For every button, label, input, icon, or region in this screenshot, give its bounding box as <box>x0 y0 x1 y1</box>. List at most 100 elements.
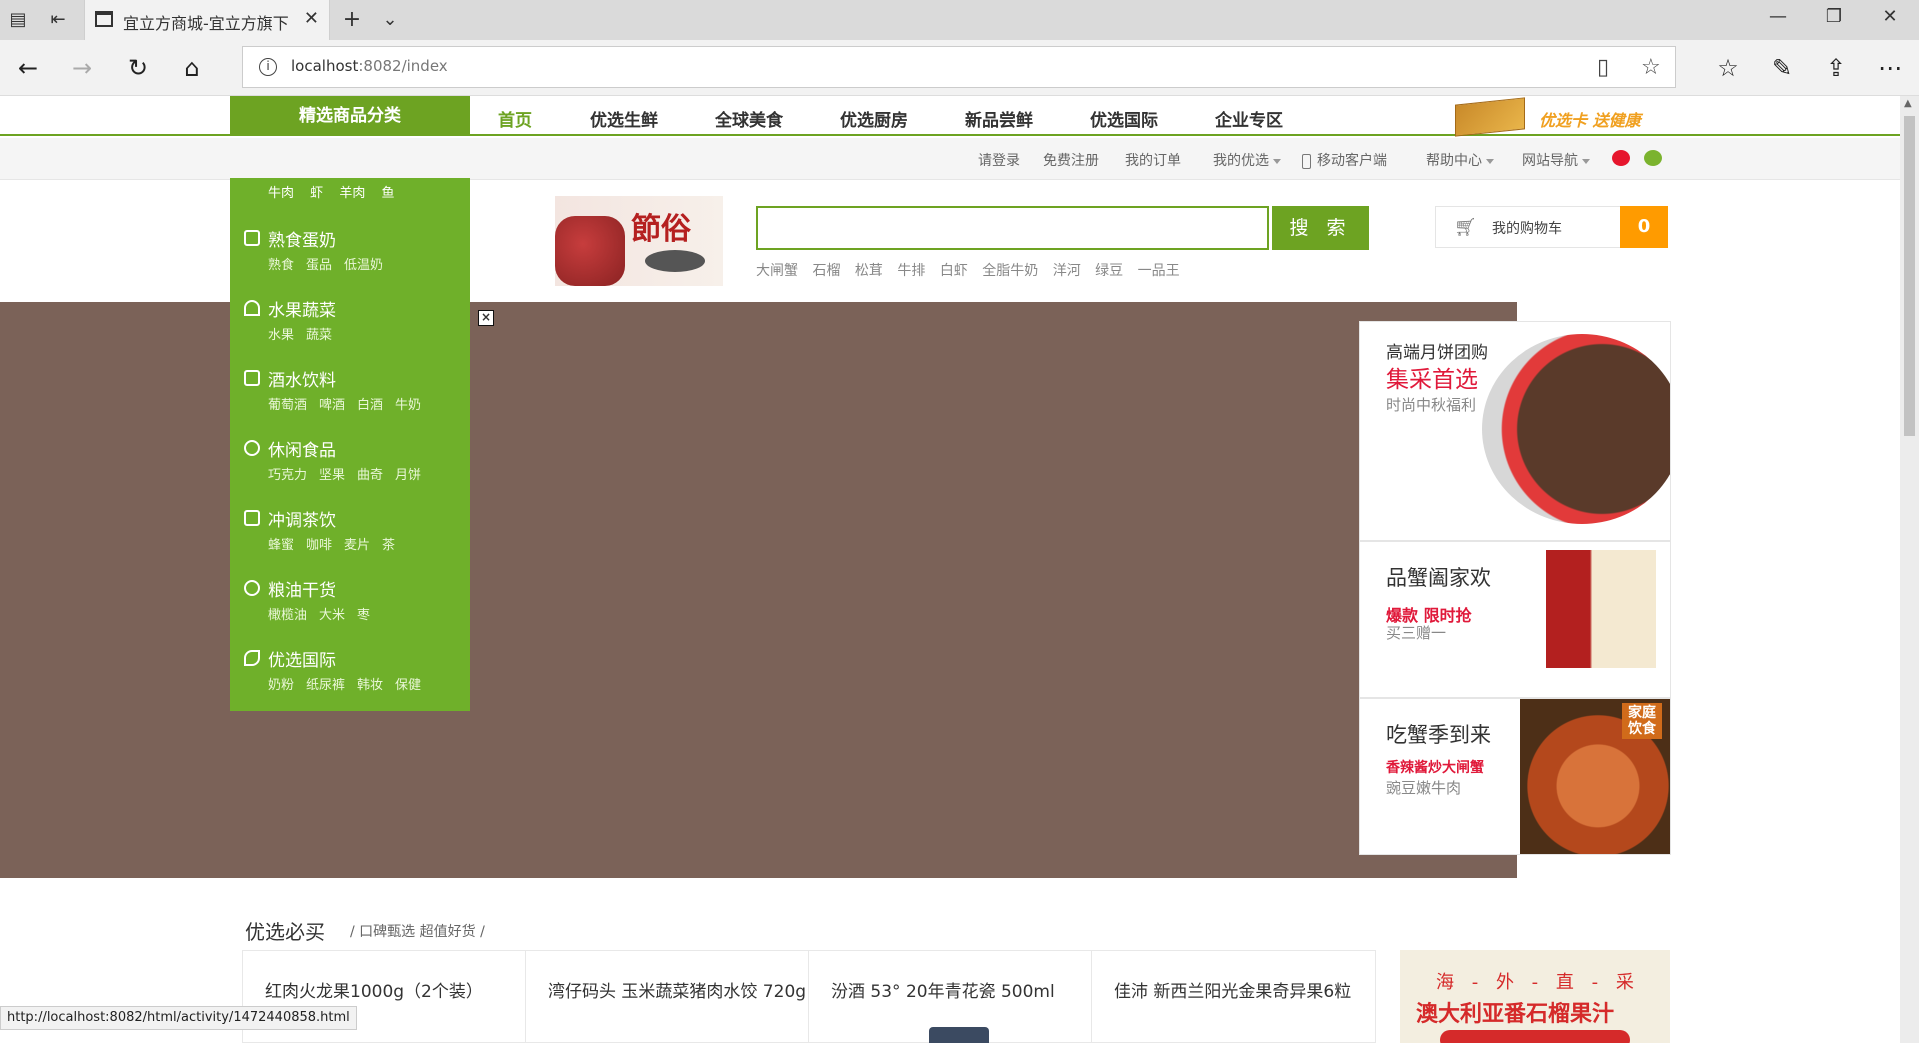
pen-icon[interactable]: ✎ <box>1766 52 1798 84</box>
category-name[interactable]: 酒水饮料 <box>268 366 336 391</box>
sub-category-link[interactable]: 茶 <box>382 538 395 553</box>
sub-category-link[interactable]: 曲奇 <box>357 468 383 483</box>
hot-word[interactable]: 洋河 <box>1053 263 1081 279</box>
sub-category-link[interactable]: 啤酒 <box>319 398 345 413</box>
register-link[interactable]: 免费注册 <box>1043 150 1099 170</box>
hero-banner[interactable] <box>0 302 1517 878</box>
sub-category-link[interactable]: 枣 <box>357 608 370 623</box>
hot-word[interactable]: 大闸蟹 <box>756 263 798 279</box>
search-input[interactable] <box>756 206 1269 250</box>
hot-word[interactable]: 牛排 <box>897 263 925 279</box>
back-icon[interactable]: ← <box>12 52 44 84</box>
sub-category-link[interactable]: 坚果 <box>319 468 345 483</box>
category-name[interactable]: 休闲食品 <box>268 436 336 461</box>
mobile-link[interactable]: 移动客户端 <box>1302 150 1387 170</box>
login-link[interactable]: 请登录 <box>978 150 1020 170</box>
hot-word[interactable]: 松茸 <box>855 263 883 279</box>
weibo-icon[interactable] <box>1612 150 1630 166</box>
nav-item-global-food[interactable]: 全球美食 <box>715 106 783 131</box>
url-field[interactable]: i localhost:8082/index ▯ ☆ <box>242 46 1676 88</box>
sub-category-link[interactable]: 熟食 <box>268 258 294 273</box>
category-grain[interactable]: 粮油干货 橄榄油 大米枣 <box>230 574 470 644</box>
sub-category-link[interactable]: 大米 <box>319 608 345 623</box>
sub-category-link[interactable]: 咖啡 <box>306 538 332 553</box>
set-aside-tabs-icon[interactable]: ⇤ <box>46 8 70 32</box>
category-deli[interactable]: 熟食蛋奶 熟食 蛋品 低温奶 <box>230 224 470 294</box>
festival-promo-image[interactable]: 節俗 <box>555 196 723 286</box>
product-name[interactable]: 汾酒 53° 20年青花瓷 500ml <box>831 977 1055 1002</box>
sub-category-link[interactable]: 蛋品 <box>306 258 332 273</box>
sub-category-link[interactable]: 牛奶 <box>395 398 421 413</box>
category-snacks[interactable]: 休闲食品 巧克力 坚果 曲奇 月饼 <box>230 434 470 504</box>
close-window-icon[interactable]: ✕ <box>1870 6 1910 27</box>
help-link[interactable]: 帮助中心 <box>1426 150 1494 170</box>
more-icon[interactable]: ⋯ <box>1874 52 1906 84</box>
international-ad[interactable]: 海 - 外 - 直 - 采 澳大利亚番石榴果汁 <box>1400 950 1670 1043</box>
nav-item-kitchen[interactable]: 优选厨房 <box>840 106 908 131</box>
product-card[interactable]: 佳沛 新西兰阳光金果奇异果6粒 <box>1092 951 1375 1043</box>
close-tab-icon[interactable]: ✕ <box>304 8 319 29</box>
tab-list-chevron-icon[interactable]: ⌄ <box>378 8 402 32</box>
browser-tab[interactable]: 宜立方商城-宜立方旗下 ✕ <box>84 0 330 40</box>
mooncake-ad[interactable]: 高端月饼团购 集采首选 时尚中秋福利 <box>1359 321 1671 541</box>
sub-category-link[interactable]: 水果 <box>268 328 294 343</box>
category-fruit-veg[interactable]: 水果蔬菜 水果 蔬菜 <box>230 294 470 364</box>
my-youxuan-link[interactable]: 我的优选 <box>1213 150 1281 170</box>
page-scrollbar[interactable]: ▲ <box>1900 96 1919 1043</box>
hot-word[interactable]: 全脂牛奶 <box>982 263 1038 279</box>
minimize-icon[interactable]: — <box>1758 6 1798 27</box>
sub-category-link[interactable]: 白酒 <box>357 398 383 413</box>
category-name[interactable]: 熟食蛋奶 <box>268 226 336 251</box>
forward-icon[interactable]: → <box>66 52 98 84</box>
category-drinks[interactable]: 酒水饮料 葡萄酒 啤酒 白酒 牛奶 <box>230 364 470 434</box>
refresh-icon[interactable]: ↻ <box>122 52 154 84</box>
hot-word[interactable]: 一品王 <box>1138 263 1180 279</box>
nav-item-home[interactable]: 首页 <box>498 106 532 131</box>
sub-category-link[interactable]: 韩妆 <box>357 678 383 693</box>
favorites-list-icon[interactable]: ☆ <box>1712 52 1744 84</box>
sub-category-link[interactable]: 鱼 <box>381 186 394 201</box>
category-tea[interactable]: 冲调茶饮 蜂蜜 咖啡 麦片茶 <box>230 504 470 574</box>
hot-word[interactable]: 绿豆 <box>1095 263 1123 279</box>
sub-category-link[interactable]: 牛肉 <box>268 186 294 201</box>
nav-item-international[interactable]: 优选国际 <box>1090 106 1158 131</box>
crab-season-ad[interactable]: 家庭饮食 吃蟹季到来 香辣酱炒大闸蟹 豌豆嫩牛肉 <box>1359 698 1671 855</box>
category-name[interactable]: 优选国际 <box>268 646 336 671</box>
product-name[interactable]: 湾仔码头 玉米蔬菜猪肉水饺 720g <box>548 977 806 1002</box>
site-nav-link[interactable]: 网站导航 <box>1522 150 1590 170</box>
sub-category-link[interactable]: 保健 <box>395 678 421 693</box>
sub-category-link[interactable]: 低温奶 <box>344 258 383 273</box>
sub-category-link[interactable]: 葡萄酒 <box>268 398 307 413</box>
wechat-icon[interactable] <box>1644 150 1662 166</box>
sub-category-link[interactable]: 蔬菜 <box>306 328 332 343</box>
category-name[interactable]: 粮油干货 <box>268 576 336 601</box>
sub-category-link[interactable]: 巧克力 <box>268 468 307 483</box>
category-international[interactable]: 优选国际 奶粉 纸尿裤 韩妆 保健 <box>230 644 470 714</box>
product-card[interactable]: 湾仔码头 玉米蔬菜猪肉水饺 720g <box>526 951 809 1043</box>
close-icon[interactable]: × <box>478 310 494 326</box>
product-card[interactable]: 汾酒 53° 20年青花瓷 500ml <box>809 951 1092 1043</box>
share-icon[interactable]: ⇪ <box>1820 52 1852 84</box>
hot-word[interactable]: 石榴 <box>812 263 840 279</box>
crab-family-ad[interactable]: 品蟹阖家欢 爆款 限时抢 买三赠一 <box>1359 541 1671 698</box>
card-promo[interactable]: 优选卡 送健康 <box>1455 97 1655 137</box>
site-info-icon[interactable]: i <box>259 58 277 76</box>
sub-category-link[interactable]: 蜂蜜 <box>268 538 294 553</box>
cart-button[interactable]: 🛒︎ 我的购物车 0 <box>1435 206 1668 248</box>
home-icon[interactable]: ⌂ <box>176 52 208 84</box>
sub-category-link[interactable]: 纸尿裤 <box>306 678 345 693</box>
category-header[interactable]: 精选商品分类 <box>230 96 470 136</box>
tab-actions-icon[interactable]: ▤ <box>6 8 30 32</box>
restore-icon[interactable]: ❐ <box>1814 6 1854 27</box>
category-name[interactable]: 冲调茶饮 <box>268 506 336 531</box>
product-name[interactable]: 佳沛 新西兰阳光金果奇异果6粒 <box>1114 977 1351 1002</box>
orders-link[interactable]: 我的订单 <box>1125 150 1181 170</box>
search-button[interactable]: 搜 索 <box>1272 206 1369 250</box>
product-name[interactable]: 红肉火龙果1000g（2个装） <box>265 977 483 1002</box>
hot-word[interactable]: 白虾 <box>940 263 968 279</box>
sub-category-link[interactable]: 橄榄油 <box>268 608 307 623</box>
nav-item-new[interactable]: 新品尝鲜 <box>965 106 1033 131</box>
scroll-up-icon[interactable]: ▲ <box>1904 98 1912 109</box>
new-tab-icon[interactable]: + <box>340 8 364 32</box>
sub-category-link[interactable]: 月饼 <box>395 468 421 483</box>
